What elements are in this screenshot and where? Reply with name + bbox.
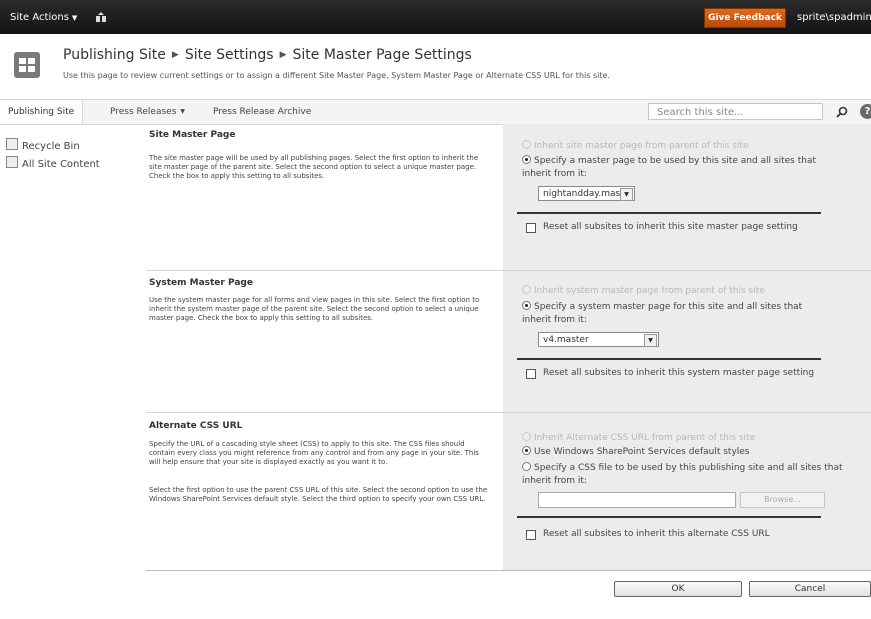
ok-button[interactable]: OK	[614, 581, 742, 597]
system-master-reset-checkbox[interactable]	[526, 369, 536, 379]
site-master-specify-option[interactable]: Specify a master page to be used by this…	[522, 155, 822, 181]
chevron-down-icon: ▼	[180, 108, 186, 115]
title-area: Publishing Site ▶ Site Settings ▶ Site Maste…	[0, 34, 871, 94]
site-master-specify-label: Specify a master page to be used by this…	[522, 156, 816, 179]
alternate-css-default-label: Use Windows SharePoint Services default …	[534, 447, 750, 457]
alternate-css-reset-row[interactable]: Reset all subsites to inherit this alter…	[526, 529, 816, 540]
alternate-css-title: Alternate CSS URL	[149, 421, 243, 431]
breadcrumb-separator-icon: ▶	[279, 50, 287, 60]
give-feedback-button[interactable]: Give Feedback	[704, 8, 786, 28]
divider	[517, 212, 821, 214]
alternate-css-specify-option[interactable]: Specify a CSS file to be used by this pu…	[522, 462, 867, 488]
system-master-inherit-label: Inherit system master page from parent o…	[534, 286, 765, 296]
all-site-content-link[interactable]: All Site Content	[6, 156, 100, 170]
css-url-input[interactable]	[538, 492, 736, 508]
radio-button	[522, 432, 531, 441]
alternate-css-description-1: Specify the URL of a cascading style she…	[149, 440, 479, 466]
site-actions-label: Site Actions	[10, 12, 69, 23]
chevron-down-icon[interactable]: ▼	[620, 188, 633, 201]
all-site-content-label: All Site Content	[22, 159, 100, 170]
alternate-css-default-option[interactable]: Use Windows SharePoint Services default …	[522, 446, 750, 459]
site-master-title: Site Master Page	[149, 130, 236, 140]
system-master-reset-label: Reset all subsites to inherit this syste…	[543, 368, 815, 378]
recycle-bin-icon	[6, 138, 18, 150]
alternate-css-inherit-option: Inherit Alternate CSS URL from parent of…	[522, 432, 755, 445]
system-master-specify-label: Specify a system master page for this si…	[522, 302, 803, 325]
section-separator	[146, 270, 871, 271]
recycle-bin-label: Recycle Bin	[22, 141, 80, 152]
breadcrumb-separator-icon: ▶	[171, 50, 179, 60]
nav-press-releases-label: Press Releases	[110, 107, 177, 117]
radio-button[interactable]	[522, 301, 531, 310]
breadcrumb: Publishing Site ▶ Site Settings ▶ Site Maste…	[63, 47, 472, 63]
ribbon-bar: Site Actions ▼ Give Feedback sprite\spadm…	[0, 0, 871, 34]
chevron-down-icon[interactable]: ▼	[644, 334, 657, 347]
site-master-reset-row[interactable]: Reset all subsites to inherit this site …	[526, 222, 816, 233]
nav-press-release-archive[interactable]: Press Release Archive	[213, 107, 311, 117]
radio-button	[522, 285, 531, 294]
browse-button[interactable]: Browse...	[740, 492, 825, 508]
section-separator	[146, 412, 871, 413]
breadcrumb-site-settings[interactable]: Site Settings	[185, 47, 274, 63]
user-menu[interactable]: sprite\spadmin	[797, 12, 871, 23]
system-master-select[interactable]: v4.master ▼	[538, 332, 659, 347]
chevron-down-icon: ▼	[71, 14, 78, 22]
site-master-inherit-label: Inherit site master page from parent of …	[534, 141, 749, 151]
system-master-reset-row[interactable]: Reset all subsites to inherit this syste…	[526, 368, 816, 379]
navigate-up-icon[interactable]	[95, 11, 107, 23]
alternate-css-description-2: Select the first option to use the paren…	[149, 486, 488, 503]
cancel-button[interactable]: Cancel	[749, 581, 871, 597]
page-description: Use this page to review current settings…	[63, 71, 610, 80]
site-actions-menu[interactable]: Site Actions ▼	[10, 12, 77, 23]
system-master-title: System Master Page	[149, 278, 253, 288]
section-separator	[146, 570, 871, 571]
site-master-description: The site master page will be used by all…	[149, 154, 479, 180]
alternate-css-specify-label: Specify a CSS file to be used by this pu…	[522, 463, 843, 486]
radio-button[interactable]	[522, 155, 531, 164]
divider	[517, 516, 821, 518]
alternate-css-inherit-label: Inherit Alternate CSS URL from parent of…	[534, 433, 756, 443]
site-master-inherit-option: Inherit site master page from parent of …	[522, 140, 748, 153]
help-icon[interactable]: ?	[860, 104, 871, 119]
left-navigation: Recycle Bin All Site Content	[0, 124, 146, 619]
site-master-reset-checkbox[interactable]	[526, 223, 536, 233]
search-input[interactable]: Search this site...	[648, 103, 823, 120]
site-master-reset-label: Reset all subsites to inherit this site …	[543, 222, 798, 232]
system-master-specify-option[interactable]: Specify a system master page for this si…	[522, 301, 827, 327]
site-master-select[interactable]: nightandday.master ▼	[538, 186, 635, 201]
page-title: Site Master Page Settings	[292, 47, 472, 63]
alternate-css-reset-checkbox[interactable]	[526, 530, 536, 540]
divider	[517, 358, 821, 360]
site-content-icon	[6, 156, 18, 168]
nav-press-releases[interactable]: Press Releases ▼	[110, 107, 185, 117]
system-master-select-value: v4.master	[543, 335, 589, 345]
breadcrumb-publishing-site[interactable]: Publishing Site	[63, 47, 166, 63]
top-navigation: Publishing Site Press Releases ▼ Press Re…	[0, 99, 871, 125]
alternate-css-reset-label: Reset all subsites to inherit this alter…	[543, 529, 770, 539]
site-logo-icon	[14, 52, 40, 78]
system-master-description: Use the system master page for all forms…	[149, 296, 480, 322]
search-icon[interactable]	[835, 105, 849, 119]
nav-publishing-site[interactable]: Publishing Site	[0, 100, 84, 124]
system-master-inherit-option: Inherit system master page from parent o…	[522, 285, 765, 298]
radio-button[interactable]	[522, 446, 531, 455]
radio-button[interactable]	[522, 462, 531, 471]
recycle-bin-link[interactable]: Recycle Bin	[6, 138, 80, 152]
radio-button	[522, 140, 531, 149]
